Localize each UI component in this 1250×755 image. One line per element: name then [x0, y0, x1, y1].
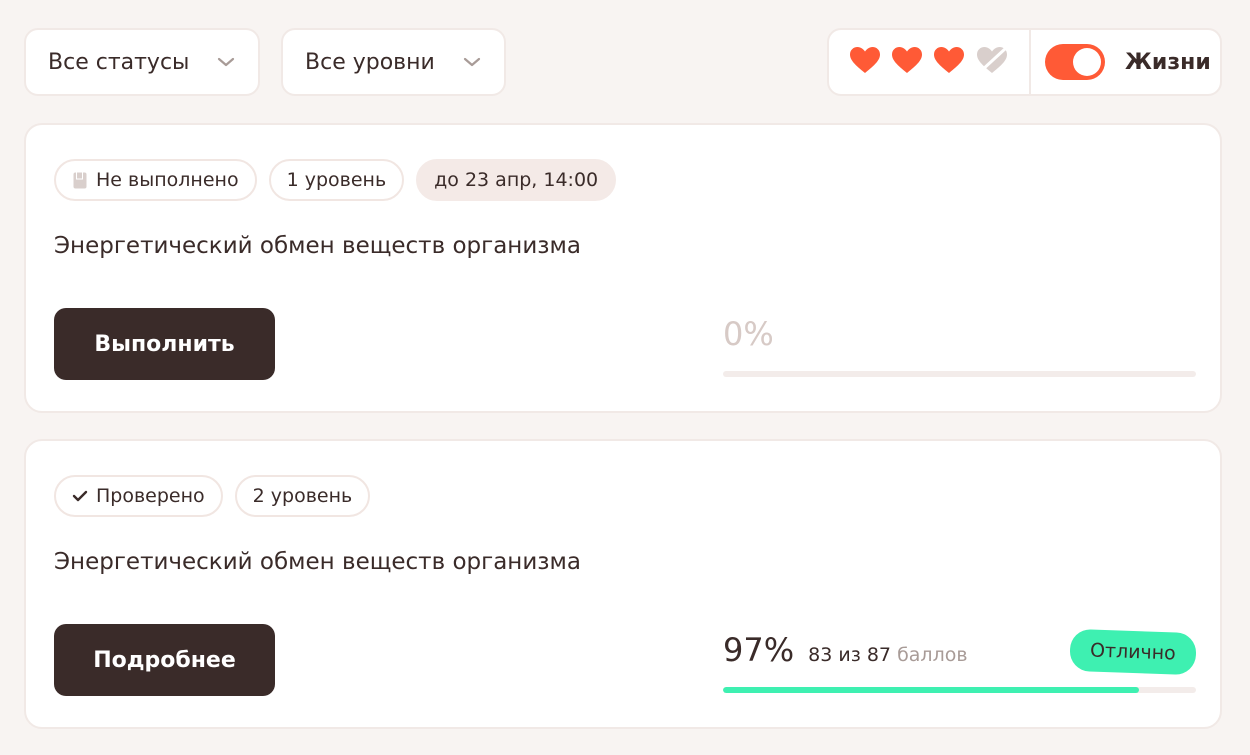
chevron-down-icon — [216, 52, 236, 72]
check-icon — [72, 487, 88, 505]
progress-bar-fill — [723, 687, 1140, 693]
deadline-label: до 23 апр, 14:00 — [434, 169, 599, 191]
heart-broken-icon — [975, 45, 1009, 79]
deadline-badge: до 23 апр, 14:00 — [416, 159, 617, 201]
hearts-indicator — [829, 30, 1029, 94]
chevron-down-icon — [462, 52, 482, 72]
progress-percent: 0% — [723, 315, 774, 353]
score-unit: баллов — [897, 644, 968, 666]
lives-panel: Жизни — [827, 28, 1222, 96]
lives-toggle-label: Жизни — [1125, 49, 1211, 75]
task-title: Энергетический обмен веществ организма — [54, 233, 581, 259]
lives-toggle[interactable] — [1045, 44, 1105, 80]
level-badge: 2 уровень — [234, 475, 371, 517]
status-badge-label: Проверено — [96, 485, 205, 507]
heart-full-icon — [933, 46, 965, 78]
progress-area: 97% 83 из 87 баллов Отлично — [723, 628, 1197, 693]
status-filter-label: Все статусы — [48, 49, 190, 75]
task-title: Энергетический обмен веществ организма — [54, 549, 581, 575]
progress-percent: 97% — [723, 631, 795, 669]
details-button[interactable]: Подробнее — [54, 624, 275, 696]
heart-full-icon — [891, 46, 923, 78]
task-card: Проверено 2 уровень Энергетический обмен… — [24, 439, 1222, 729]
grade-badge: Отлично — [1069, 628, 1197, 676]
levels-filter-label: Все уровни — [305, 49, 435, 75]
toggle-knob — [1073, 48, 1101, 76]
task-card: Не выполнено 1 уровень до 23 апр, 14:00 … — [24, 123, 1222, 413]
level-badge: 1 уровень — [268, 159, 405, 201]
progress-bar — [723, 371, 1196, 377]
status-badge-label: Не выполнено — [96, 169, 239, 191]
status-badge: Проверено — [54, 475, 223, 517]
book-icon — [72, 171, 88, 189]
status-badge: Не выполнено — [54, 159, 257, 201]
score-text: 83 из 87 баллов — [808, 644, 967, 666]
heart-full-icon — [849, 46, 881, 78]
score-value: 83 из 87 — [808, 644, 892, 666]
progress-area: 0% — [723, 315, 1196, 377]
levels-filter-dropdown[interactable]: Все уровни — [281, 28, 506, 96]
level-badge-label: 1 уровень — [286, 169, 387, 191]
progress-bar — [723, 687, 1196, 693]
level-badge-label: 2 уровень — [252, 485, 353, 507]
status-filter-dropdown[interactable]: Все статусы — [24, 28, 260, 96]
complete-button[interactable]: Выполнить — [54, 308, 275, 380]
